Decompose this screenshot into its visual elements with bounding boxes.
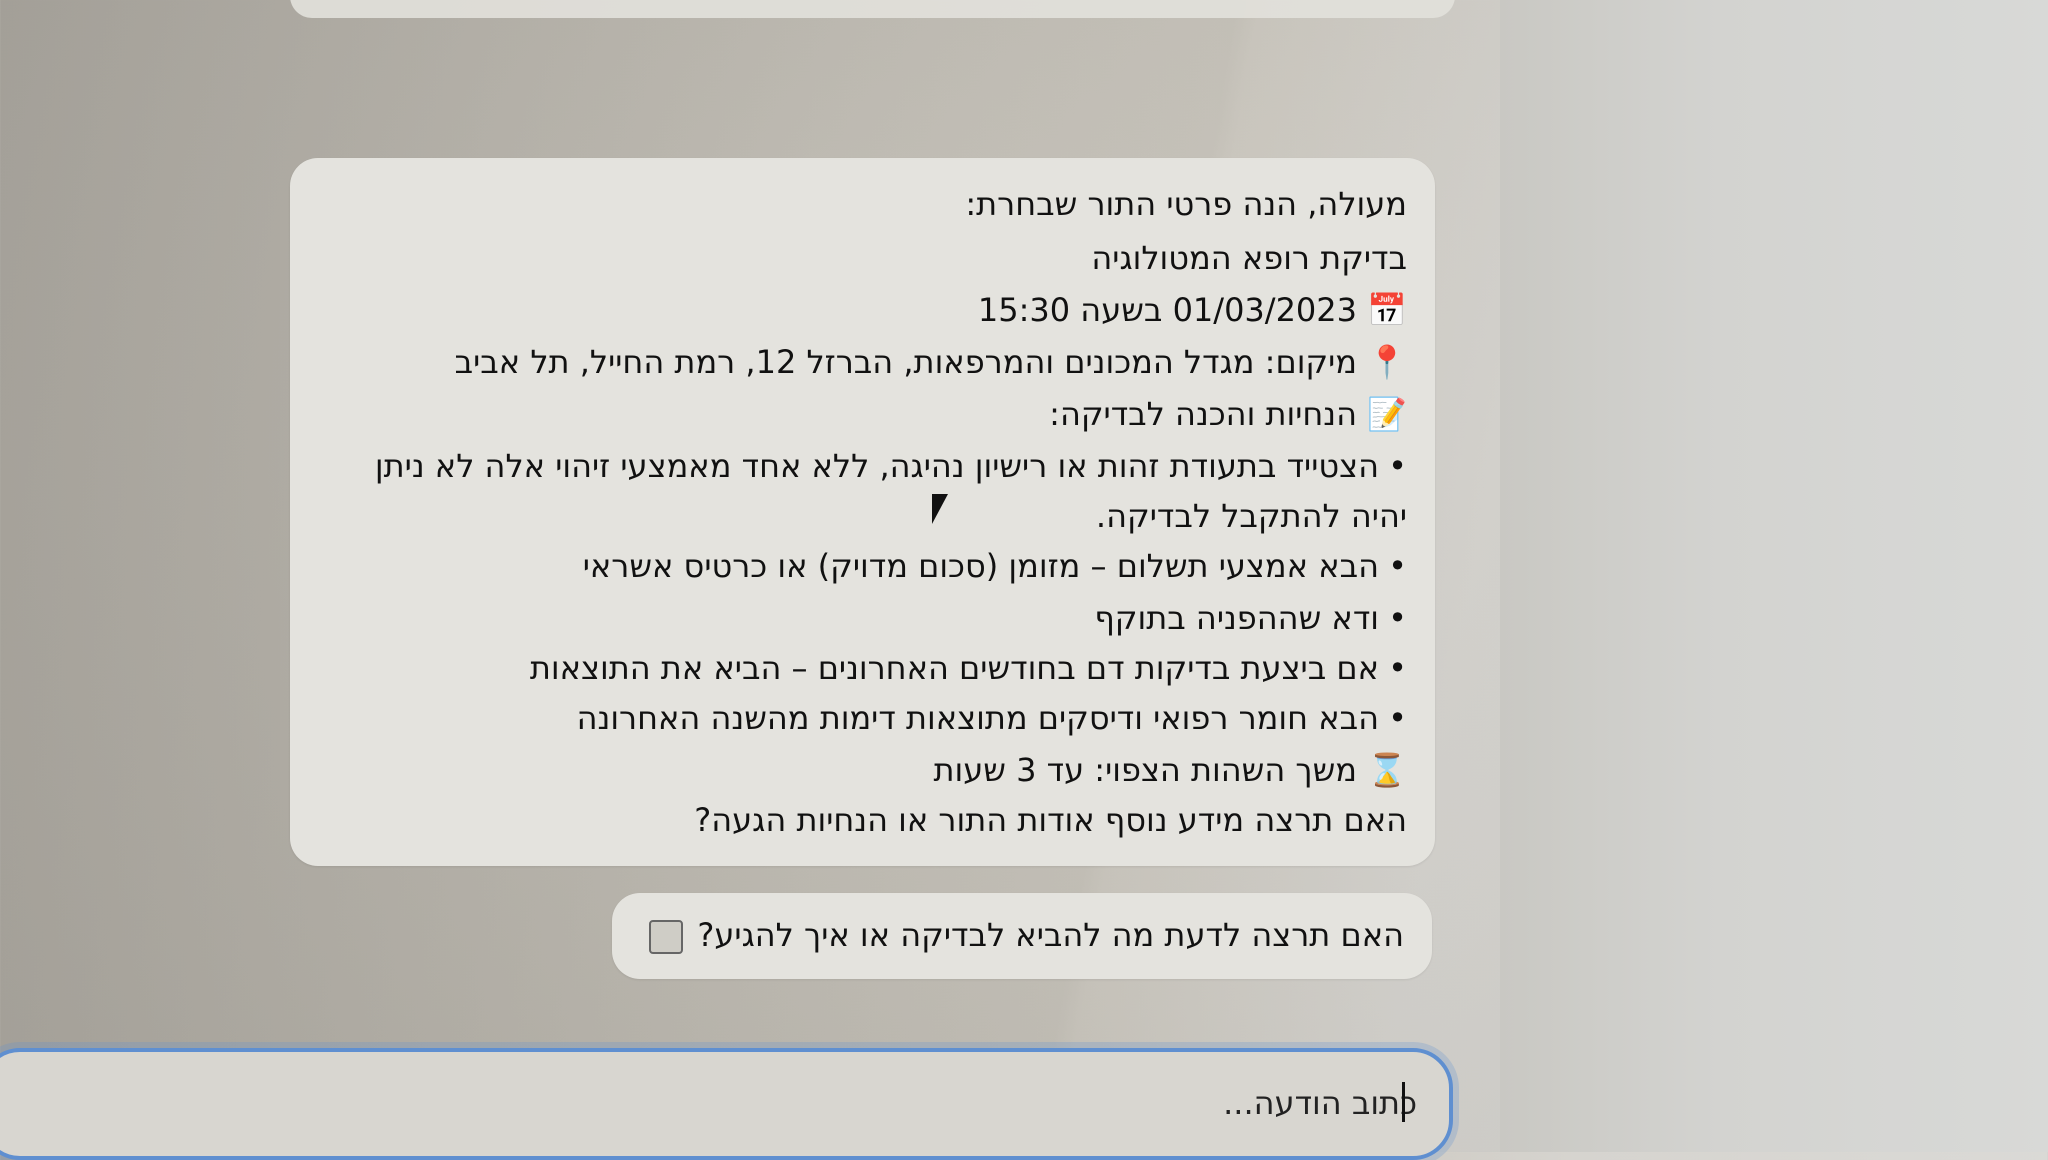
bullet-text: הבא חומר רפואי ודיסקים מתוצאות דימות מהש… <box>576 699 1379 737</box>
bullet-text: הבא אמצעי תשלום – מזומן (סכום מדויק) או … <box>582 547 1379 585</box>
right-panel <box>1500 0 2048 1152</box>
list-item: •הבא אמצעי תשלום – מזומן (סכום מדויק) או… <box>582 547 1407 585</box>
appointment-datetime: 📅 01/03/2023 בשעה 15:30 <box>978 290 1407 330</box>
followup-suggestion-button[interactable]: האם תרצה לדעת מה להביא לבדיקה או איך להג… <box>612 893 1432 979</box>
message-input[interactable] <box>115 1074 1419 1132</box>
calendar-icon: 📅 <box>1367 291 1407 329</box>
instructions-header: 📝 הנחיות והכנה לבדיקה: <box>1049 394 1407 434</box>
closing-question: האם תרצה מידע נוסף אודות התור או הנחיות … <box>694 801 1407 839</box>
instructions-header-text: הנחיות והכנה לבדיקה: <box>1049 395 1357 433</box>
message-composer <box>0 1048 1453 1160</box>
list-item: •הבא חומר רפואי ודיסקים מתוצאות דימות מה… <box>576 699 1407 737</box>
bullet-text: הצטייד בתעודת זהות או רישיון נהיגה, ללא … <box>374 447 1379 485</box>
bullet-text: אם ביצעת בדיקות דם בחודשים האחרונים – הב… <box>529 649 1379 687</box>
list-item: •אם ביצעת בדיקות דם בחודשים האחרונים – ה… <box>529 649 1407 687</box>
test-name: בדיקת רופא המטולוגיה <box>1091 239 1407 277</box>
appointment-location: 📍 מיקום: מגדל המכונים והמרפאות, הברזל 12,… <box>455 342 1407 382</box>
hourglass-icon: ⌛ <box>1367 751 1407 789</box>
pin-icon: 📍 <box>1367 343 1407 381</box>
message-intro: מעולה, הנה פרטי התור שבחרת: <box>965 185 1407 223</box>
previous-message-bubble <box>290 0 1455 18</box>
followup-suggestion-text: האם תרצה לדעת מה להביא לבדיקה או איך להג… <box>697 916 1404 954</box>
expected-duration: ⌛ משך השהות הצפוי: עד 3 שעות <box>933 750 1407 790</box>
memo-icon: 📝 <box>1367 395 1407 433</box>
text-caret <box>1402 1082 1405 1122</box>
assistant-message-bubble: מעולה, הנה פרטי התור שבחרת: בדיקת רופא ה… <box>290 158 1435 866</box>
location-text: מיקום: מגדל המכונים והמרפאות, הברזל 12, … <box>454 343 1357 381</box>
list-item-continuation: יהיה להתקבל לבדיקה. <box>1095 497 1407 535</box>
bullet-text: ודא שההפניה בתוקף <box>1094 599 1379 637</box>
list-item: •ודא שההפניה בתוקף <box>1094 599 1407 637</box>
list-item: •הצטייד בתעודת זהות או רישיון נהיגה, ללא… <box>374 447 1407 485</box>
checkbox-icon <box>649 920 684 954</box>
mouse-cursor-icon <box>932 494 948 524</box>
datetime-text: 01/03/2023 בשעה 15:30 <box>977 291 1357 329</box>
duration-text: משך השהות הצפוי: עד 3 שעות <box>933 751 1357 789</box>
